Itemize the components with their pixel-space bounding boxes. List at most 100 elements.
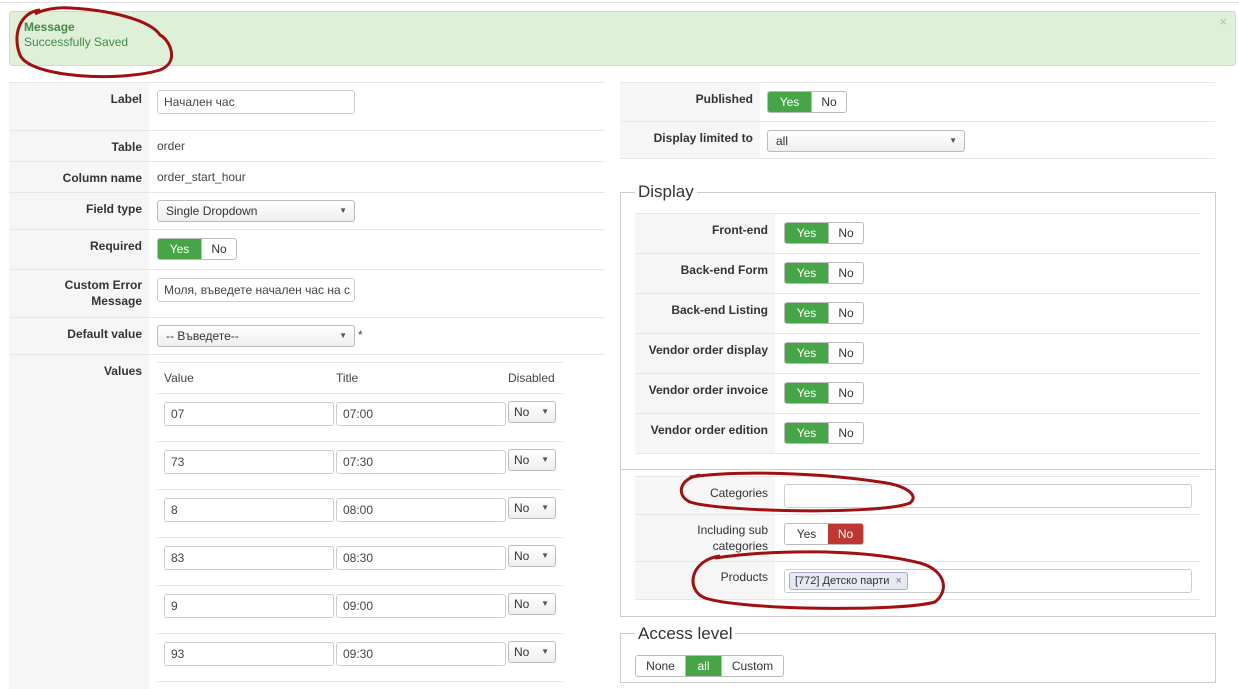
custom-error-input[interactable]: Моля, въведете начален час на с bbox=[157, 278, 355, 302]
back-end-listing-label: Back-end Listing bbox=[635, 294, 775, 333]
vendor-order-display-yes-button[interactable]: Yes bbox=[785, 343, 828, 363]
disabled-select[interactable]: No ▼ bbox=[508, 401, 556, 423]
access-custom-button[interactable]: Custom bbox=[721, 656, 783, 676]
field-type-select[interactable]: Single Dropdown ▼ bbox=[157, 200, 355, 222]
close-icon[interactable]: × bbox=[1219, 14, 1227, 29]
vendor-order-invoice-yes-button[interactable]: Yes bbox=[785, 383, 828, 403]
disabled-value: No bbox=[514, 645, 530, 659]
values-header-disabled: Disabled bbox=[508, 371, 555, 385]
value-input[interactable]: 9 bbox=[164, 594, 334, 618]
values-divider bbox=[157, 362, 563, 363]
chevron-down-icon: ▼ bbox=[541, 503, 549, 512]
published-no-button[interactable]: No bbox=[811, 92, 846, 112]
values-divider bbox=[157, 393, 563, 394]
values-divider bbox=[157, 681, 563, 682]
required-yes-button[interactable]: Yes bbox=[158, 239, 201, 259]
front-end-no-button[interactable]: No bbox=[828, 223, 863, 243]
values-divider bbox=[157, 489, 563, 490]
label-label: Label bbox=[9, 83, 149, 130]
including-sub-yes-button[interactable]: Yes bbox=[785, 524, 828, 544]
required-toggle: Yes No bbox=[157, 238, 237, 260]
access-level-toggle: None all Custom bbox=[635, 655, 784, 677]
vendor-order-invoice-no-button[interactable]: No bbox=[828, 383, 863, 403]
back-end-form-label: Back-end Form bbox=[635, 254, 775, 293]
back-end-form-yes-button[interactable]: Yes bbox=[785, 263, 828, 283]
vendor-order-edition-yes-button[interactable]: Yes bbox=[785, 423, 828, 443]
access-level-legend: Access level bbox=[635, 624, 736, 644]
disabled-select[interactable]: No ▼ bbox=[508, 593, 556, 615]
vendor-order-display-toggle: Yes No bbox=[784, 342, 864, 364]
chevron-down-icon: ▼ bbox=[949, 136, 957, 145]
title-input[interactable]: 09:30 bbox=[336, 642, 506, 666]
label-input[interactable]: Начален час bbox=[157, 90, 355, 114]
title-input[interactable]: 08:00 bbox=[336, 498, 506, 522]
vendor-order-display-no-button[interactable]: No bbox=[828, 343, 863, 363]
disabled-value: No bbox=[514, 405, 530, 419]
value-input[interactable]: 73 bbox=[164, 450, 334, 474]
table-value: order bbox=[157, 139, 186, 153]
custom-error-label: Custom Error Message bbox=[9, 270, 149, 317]
disabled-select[interactable]: No ▼ bbox=[508, 641, 556, 663]
top-border bbox=[0, 2, 1239, 3]
table-label: Table bbox=[9, 131, 149, 161]
back-end-listing-toggle: Yes No bbox=[784, 302, 864, 324]
display-limited-label: Display limited to bbox=[620, 122, 760, 158]
required-label: Required bbox=[9, 230, 149, 269]
column-name-value: order_start_hour bbox=[157, 170, 246, 184]
values-divider bbox=[157, 633, 563, 634]
disabled-select[interactable]: No ▼ bbox=[508, 449, 556, 471]
chevron-down-icon: ▼ bbox=[541, 647, 549, 656]
categories-label: Categories bbox=[635, 477, 775, 514]
default-value-label: Default value bbox=[9, 318, 149, 354]
value-input[interactable]: 07 bbox=[164, 402, 334, 426]
display-legend: Display bbox=[635, 182, 697, 202]
products-label: Products bbox=[635, 562, 775, 599]
chevron-down-icon: ▼ bbox=[541, 551, 549, 560]
values-header-value: Value bbox=[164, 371, 194, 385]
display-limited-value: all bbox=[776, 134, 789, 148]
title-input[interactable]: 09:00 bbox=[336, 594, 506, 618]
access-all-button[interactable]: all bbox=[685, 656, 721, 676]
chevron-down-icon: ▼ bbox=[541, 599, 549, 608]
disabled-select[interactable]: No ▼ bbox=[508, 545, 556, 567]
back-end-listing-yes-button[interactable]: Yes bbox=[785, 303, 828, 323]
remove-tag-icon[interactable]: × bbox=[895, 575, 901, 587]
custom-error-label-line1: Custom Error bbox=[64, 278, 142, 292]
column-name-label: Column name bbox=[9, 162, 149, 192]
including-sub-label-line1: Including sub bbox=[697, 523, 768, 537]
value-input[interactable]: 8 bbox=[164, 498, 334, 522]
front-end-toggle: Yes No bbox=[784, 222, 864, 244]
back-end-listing-no-button[interactable]: No bbox=[828, 303, 863, 323]
display-limited-select[interactable]: all ▼ bbox=[767, 130, 965, 152]
disabled-value: No bbox=[514, 453, 530, 467]
message-heading: Message bbox=[24, 20, 75, 34]
required-no-button[interactable]: No bbox=[201, 239, 236, 259]
published-toggle: Yes No bbox=[767, 91, 847, 113]
back-end-form-no-button[interactable]: No bbox=[828, 263, 863, 283]
disabled-select[interactable]: No ▼ bbox=[508, 497, 556, 519]
access-none-button[interactable]: None bbox=[636, 656, 685, 676]
value-input[interactable]: 93 bbox=[164, 642, 334, 666]
front-end-yes-button[interactable]: Yes bbox=[785, 223, 828, 243]
vendor-order-display-label: Vendor order display bbox=[635, 334, 775, 373]
product-tag-label: [772] Детско парти bbox=[795, 575, 890, 587]
values-divider bbox=[157, 537, 563, 538]
default-value-select[interactable]: -- Въведете-- ▼ bbox=[157, 325, 355, 347]
published-yes-button[interactable]: Yes bbox=[768, 92, 811, 112]
categories-input[interactable] bbox=[784, 484, 1192, 508]
product-tag: [772] Детско парти × bbox=[789, 572, 908, 590]
values-divider bbox=[157, 585, 563, 586]
chevron-down-icon: ▼ bbox=[339, 206, 347, 215]
disabled-value: No bbox=[514, 501, 530, 515]
including-sub-no-button[interactable]: No bbox=[828, 524, 863, 544]
title-input[interactable]: 07:00 bbox=[336, 402, 506, 426]
values-label: Values bbox=[9, 355, 149, 689]
vendor-order-edition-no-button[interactable]: No bbox=[828, 423, 863, 443]
default-value-value: -- Въведете-- bbox=[166, 329, 239, 343]
value-input[interactable]: 83 bbox=[164, 546, 334, 570]
title-input[interactable]: 07:30 bbox=[336, 450, 506, 474]
title-input[interactable]: 08:30 bbox=[336, 546, 506, 570]
including-sub-label-line2: categories bbox=[712, 539, 768, 553]
values-divider bbox=[157, 441, 563, 442]
disabled-value: No bbox=[514, 597, 530, 611]
